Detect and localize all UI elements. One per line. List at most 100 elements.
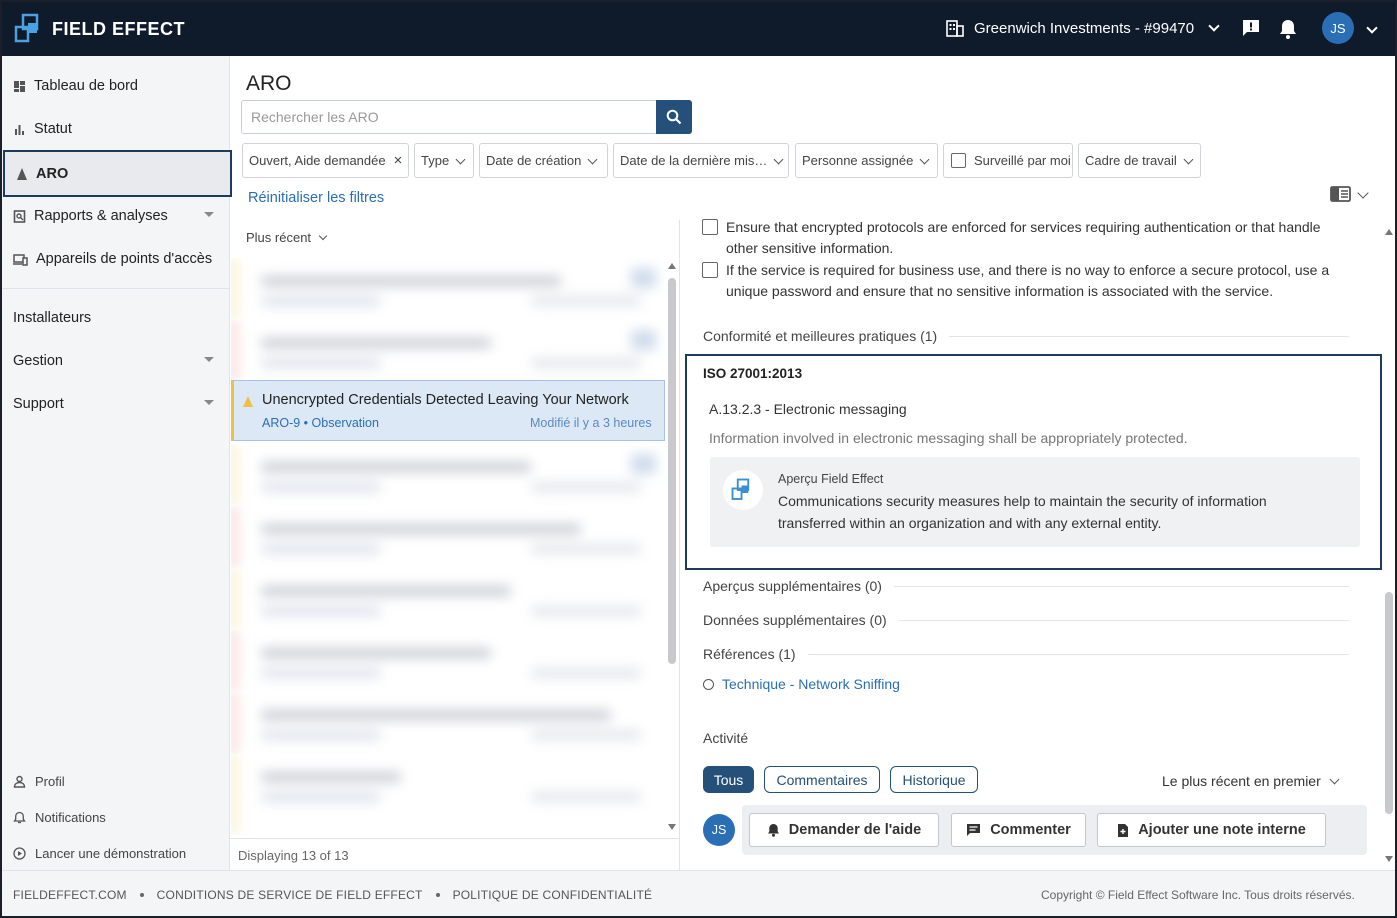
- recommendation-item[interactable]: Ensure that encrypted protocols are enfo…: [702, 217, 1352, 259]
- list-item[interactable]: [231, 568, 665, 630]
- tab-all[interactable]: Tous: [703, 766, 754, 793]
- sidebar-item-status[interactable]: Statut: [2, 109, 230, 149]
- sidebar-item-support[interactable]: Support: [2, 384, 230, 424]
- references-header[interactable]: Références (1): [703, 646, 1349, 662]
- list-scrollbar-thumb[interactable]: [668, 278, 676, 664]
- filter-type[interactable]: Type: [414, 143, 474, 178]
- sidebar-item-management[interactable]: Gestion: [2, 341, 230, 381]
- chevron-down-icon: [318, 231, 328, 241]
- detail-scroll-up-icon[interactable]: [1383, 227, 1395, 237]
- recommendation-checkbox[interactable]: [702, 262, 718, 278]
- comment-button[interactable]: Commenter: [951, 813, 1086, 847]
- list-item[interactable]: [231, 630, 665, 692]
- view-toggle[interactable]: [1330, 186, 1369, 202]
- request-help-button[interactable]: Demander de l'aide: [749, 813, 939, 847]
- footer-link-site[interactable]: FIELDEFFECT.COM: [13, 888, 127, 902]
- bell-icon[interactable]: [1278, 18, 1298, 40]
- building-icon: [946, 19, 964, 37]
- chevron-down-icon: [773, 154, 784, 164]
- extra-data-header[interactable]: Données supplémentaires (0): [703, 612, 1349, 628]
- detail-scroll-down-icon[interactable]: [1383, 854, 1395, 864]
- sidebar-item-label: Appareils de points d'accès: [36, 251, 213, 267]
- sidebar: Tableau de bord Statut ARO Rapports & an…: [2, 56, 232, 870]
- activity-avatar: JS: [703, 814, 735, 846]
- tab-history[interactable]: Historique: [890, 766, 978, 793]
- chevron-down-icon: [455, 154, 466, 164]
- sidebar-item-installers[interactable]: Installateurs: [2, 298, 230, 338]
- chevron-down-icon: [1183, 154, 1194, 164]
- filter-framework-label: Cadre de travail: [1085, 153, 1177, 168]
- brand-logo[interactable]: FIELD EFFECT: [14, 13, 185, 45]
- detail-scrollbar-thumb[interactable]: [1385, 592, 1393, 814]
- user-icon: [13, 775, 26, 788]
- section-title: Conformité et meilleures pratiques (1): [703, 328, 938, 344]
- sort-label: Plus récent: [246, 230, 312, 245]
- sidebar-item-aro[interactable]: ARO: [3, 150, 232, 197]
- filter-type-label: Type: [421, 153, 450, 168]
- reset-filters-link[interactable]: Réinitialiser les filtres: [248, 190, 384, 206]
- feedback-icon[interactable]: [1241, 18, 1261, 38]
- watched-checkbox[interactable]: [951, 153, 966, 168]
- note-add-icon: [1117, 823, 1129, 838]
- filter-framework[interactable]: Cadre de travail: [1078, 143, 1201, 178]
- org-selector[interactable]: Greenwich Investments - #99470: [946, 19, 1220, 37]
- list-item[interactable]: [231, 692, 665, 754]
- filter-created-label: Date de création: [486, 153, 582, 168]
- sort-dropdown[interactable]: Plus récent: [246, 230, 328, 245]
- sidebar-item-demo[interactable]: Lancer une démonstration: [13, 846, 186, 861]
- org-name: Greenwich Investments - #99470: [974, 19, 1195, 37]
- list-item[interactable]: [231, 754, 665, 834]
- search-button[interactable]: [656, 100, 692, 134]
- framework-title: ISO 27001:2013: [703, 366, 803, 381]
- filter-modified-date[interactable]: Date de la dernière mis…: [613, 143, 789, 178]
- sidebar-item-label: Installateurs: [13, 310, 92, 326]
- caret-down-icon: [204, 357, 214, 362]
- list-count: Displaying 13 of 13: [230, 838, 680, 870]
- chevron-down-icon: [1329, 774, 1340, 785]
- activity-order-dropdown[interactable]: Le plus récent en premier: [1162, 773, 1340, 789]
- filter-modified-label: Date de la dernière mis…: [620, 153, 768, 168]
- divider: [807, 653, 1349, 655]
- button-label: Demander de l'aide: [788, 822, 922, 838]
- tab-comments[interactable]: Commentaires: [764, 766, 880, 793]
- button-label: Ajouter une note interne: [1138, 822, 1306, 838]
- sidebar-item-notifications[interactable]: Notifications: [13, 810, 106, 825]
- list-item-selected[interactable]: [231, 380, 665, 441]
- caret-down-icon: [204, 212, 214, 217]
- sidebar-item-reports[interactable]: Rapports & analyses: [2, 196, 230, 236]
- list-item[interactable]: [231, 444, 665, 506]
- reference-link-text: Technique - Network Sniffing: [722, 676, 900, 692]
- list-item[interactable]: [231, 258, 665, 320]
- reference-link[interactable]: Technique - Network Sniffing: [703, 676, 900, 692]
- sidebar-item-label: Tableau de bord: [34, 78, 138, 94]
- sidebar-item-dashboard[interactable]: Tableau de bord: [2, 66, 230, 106]
- recommendation-checkbox[interactable]: [702, 219, 718, 235]
- add-internal-note-button[interactable]: Ajouter une note interne: [1097, 813, 1326, 847]
- recommendation-text: Ensure that encrypted protocols are enfo…: [726, 219, 1321, 256]
- filter-assignee[interactable]: Personne assignée: [795, 143, 938, 178]
- sidebar-item-label: Support: [13, 396, 64, 412]
- search-input[interactable]: [241, 100, 657, 134]
- activity-title: Activité: [703, 730, 749, 746]
- sidebar-item-devices[interactable]: Appareils de points d'accès: [2, 239, 230, 279]
- footer-link-privacy[interactable]: POLITIQUE DE CONFIDENTIALITÉ: [453, 888, 653, 902]
- divider: [898, 619, 1349, 621]
- extra-insights-header[interactable]: Aperçus supplémentaires (0): [703, 578, 1349, 594]
- recommendation-item[interactable]: If the service is required for business …: [702, 260, 1352, 302]
- filter-assignee-label: Personne assignée: [802, 153, 914, 168]
- sidebar-item-profile[interactable]: Profil: [13, 774, 65, 789]
- section-title: Aperçus supplémentaires (0): [703, 578, 882, 594]
- list-item[interactable]: [231, 320, 665, 382]
- user-avatar[interactable]: JS: [1322, 12, 1354, 44]
- brand-name: FIELD EFFECT: [52, 18, 185, 39]
- section-title: Références (1): [703, 646, 796, 662]
- footer-link-terms[interactable]: CONDITIONS DE SERVICE DE FIELD EFFECT: [157, 888, 423, 902]
- filter-created-date[interactable]: Date de création: [479, 143, 608, 178]
- compliance-section-header[interactable]: Conformité et meilleures pratiques (1): [703, 328, 1349, 344]
- sidebar-item-label: Statut: [34, 121, 72, 137]
- play-icon: [13, 847, 26, 860]
- filter-watched-checkbox[interactable]: Surveillé par moi: [943, 143, 1073, 178]
- list-item[interactable]: [231, 506, 665, 568]
- clear-icon[interactable]: ×: [394, 152, 403, 169]
- filter-status[interactable]: Ouvert, Aide demandée ×: [242, 143, 409, 178]
